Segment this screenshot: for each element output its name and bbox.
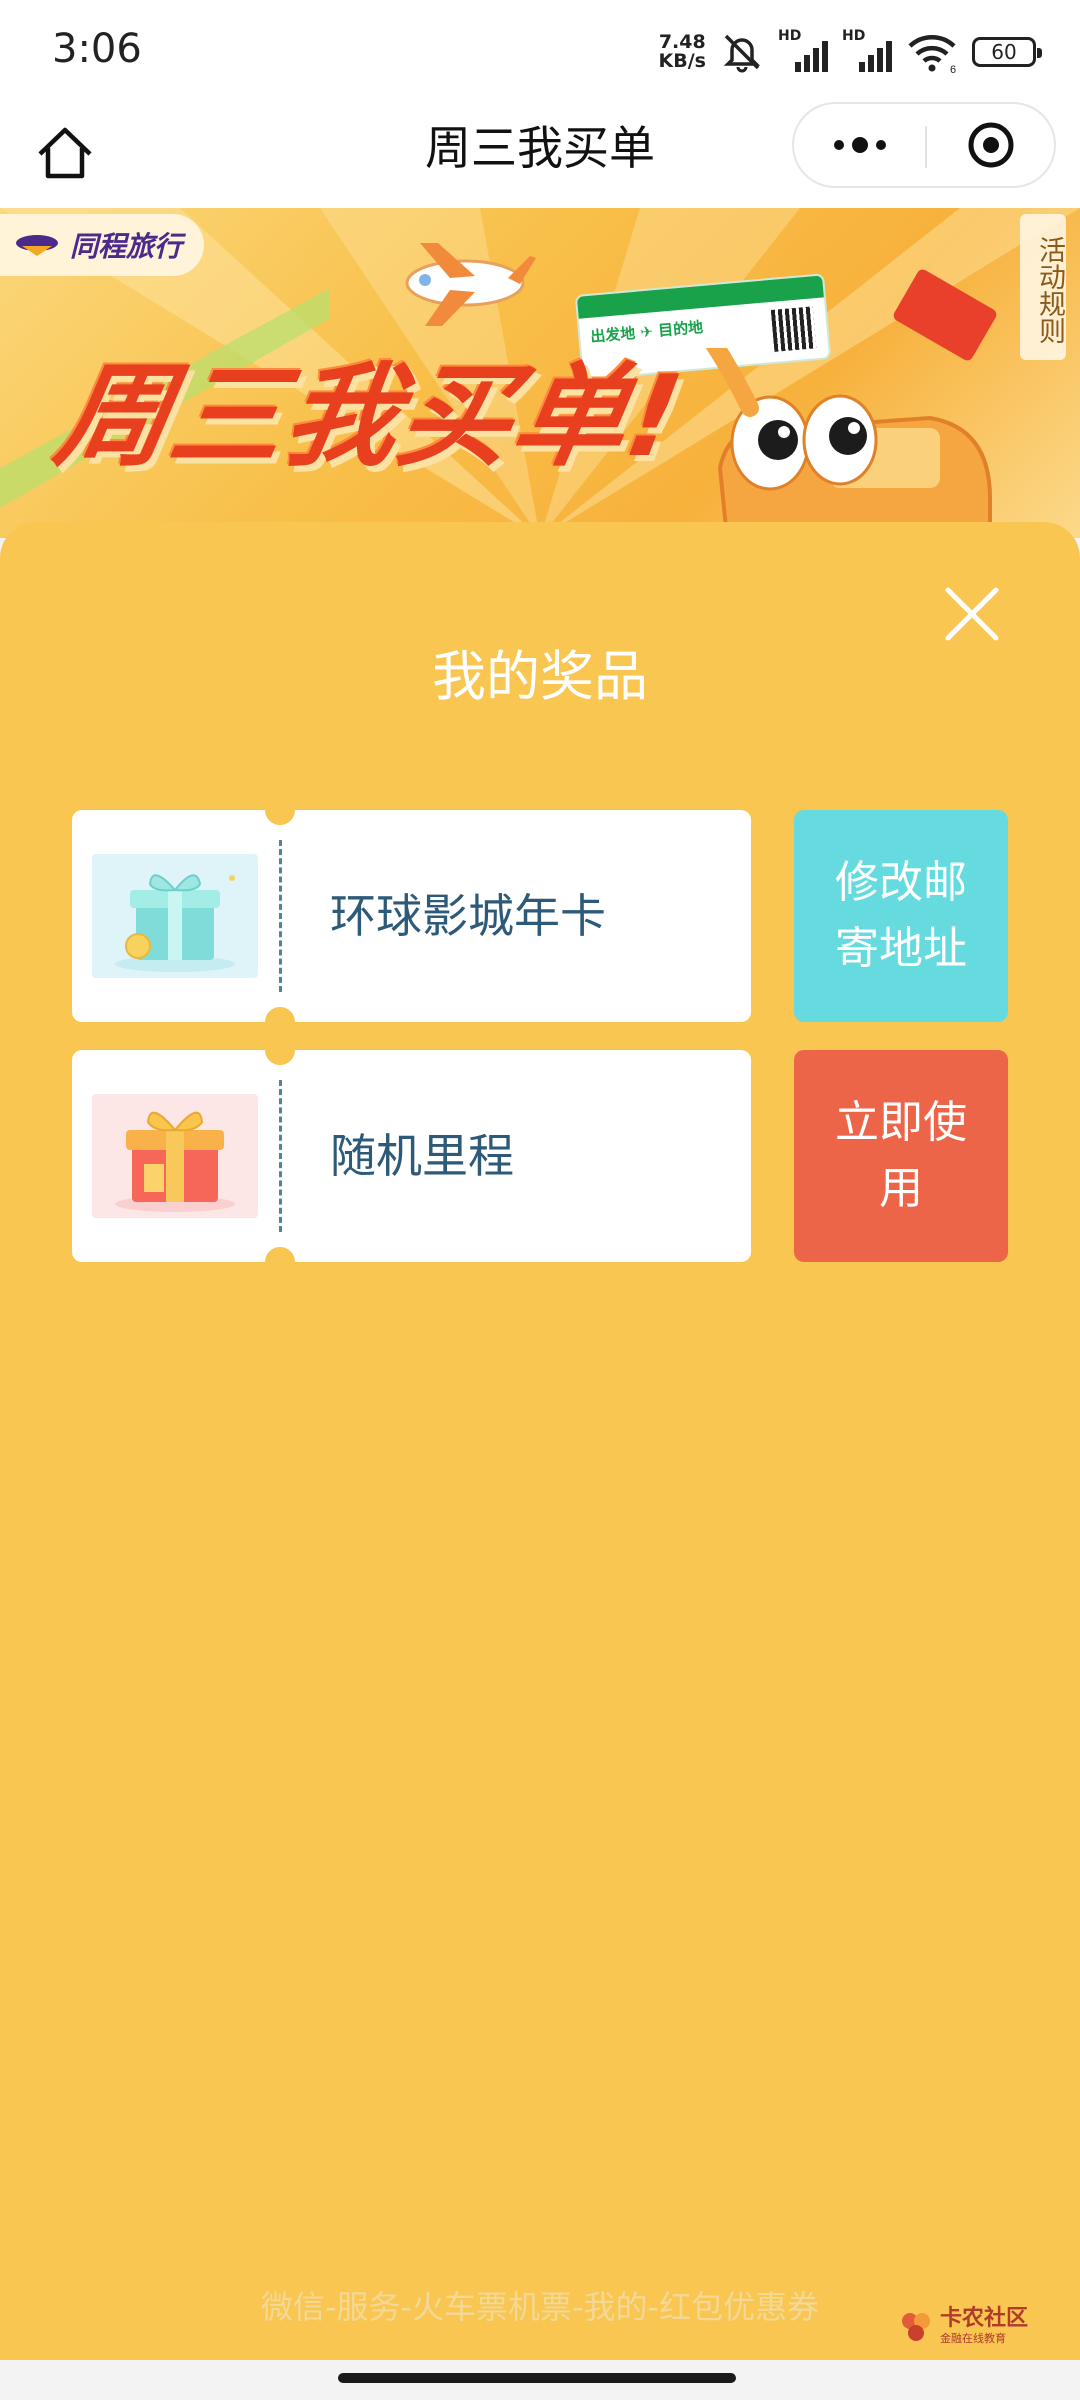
status-time: 3:06 <box>52 26 142 72</box>
signal-strength-icon-1: HD <box>778 28 828 72</box>
watermark: 卡农社区 金融在线教育 <box>898 2308 1028 2346</box>
edit-address-button[interactable]: 修改邮寄地址 <box>794 810 1008 1022</box>
mute-icon <box>723 34 761 73</box>
status-icons: 7.48 KB/s HD HD 6 60 <box>658 28 1042 76</box>
watermark-logo-icon <box>902 2313 930 2341</box>
signal-strength-icon-2: HD <box>842 28 892 72</box>
exit-miniprogram-button[interactable] <box>927 104 1055 186</box>
gift-teal-icon <box>92 854 258 978</box>
brand-name: 同程旅行 <box>70 230 183 263</box>
gift-red-icon <box>92 1094 258 1218</box>
more-button[interactable] <box>794 104 925 186</box>
more-icon <box>833 140 844 150</box>
sheet-title: 我的奖品 <box>432 645 648 708</box>
network-speed: 7.48 KB/s <box>658 31 706 72</box>
wifi-icon: 6 <box>908 35 956 74</box>
prizes-sheet: 我的奖品 环球影城年卡 修改邮寄地址 随机里程 立即使用 微信-服务-火车票机票… <box>0 522 1080 2360</box>
prize-item: 随机里程 立即使用 <box>72 1035 1008 1277</box>
svg-text:6: 6 <box>950 64 956 74</box>
prize-card: 随机里程 <box>72 1035 751 1277</box>
battery-indicator: 60 <box>972 37 1042 67</box>
capsule-menu <box>792 102 1056 188</box>
brand-logo-icon <box>16 235 58 256</box>
home-indicator[interactable] <box>338 2373 736 2383</box>
status-bar: 3:06 7.48 KB/s HD HD 6 60 <box>0 0 1080 100</box>
prize-name: 随机里程 <box>330 1129 514 1183</box>
airplane-illustration <box>405 243 536 326</box>
banner-headline: 周三我买单! <box>46 352 693 482</box>
use-now-button[interactable]: 立即使用 <box>794 1050 1008 1262</box>
watermark-name: 卡农社区 <box>940 2306 1029 2331</box>
mascot-illustration <box>705 348 992 538</box>
gesture-area <box>0 2360 1080 2400</box>
prize-card: 环球影城年卡 <box>72 795 751 1037</box>
brand-tag: 同程旅行 <box>0 214 205 276</box>
promo-banner: 同程旅行 活动规则 出发地 ✈ 目的地 周三我买单! <box>0 208 1080 538</box>
activity-rules-tab[interactable]: 活动规则 <box>1020 214 1066 360</box>
prize-name: 环球影城年卡 <box>330 889 606 943</box>
watermark-subtitle: 金融在线教育 <box>940 2332 1006 2345</box>
target-icon <box>968 122 1014 168</box>
prize-item: 环球影城年卡 修改邮寄地址 <box>72 795 1008 1037</box>
